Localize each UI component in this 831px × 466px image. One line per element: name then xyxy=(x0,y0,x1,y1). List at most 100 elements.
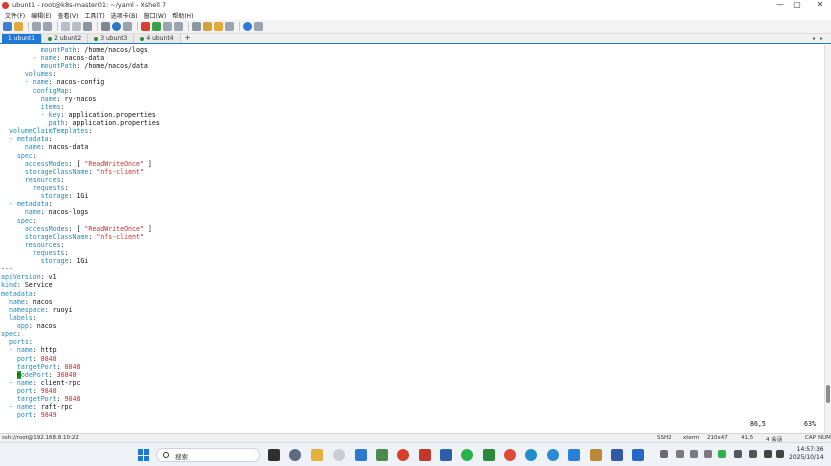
vscode-icon[interactable] xyxy=(355,449,367,461)
tab-ubunt1[interactable]: 1 ubunt1 xyxy=(2,34,43,43)
terminal-line: storageClassName: "nfs-client" xyxy=(1,168,144,176)
edge-icon[interactable] xyxy=(525,449,537,461)
menu-tools[interactable]: 工具(T) xyxy=(84,11,104,20)
ime-icon[interactable] xyxy=(749,450,757,458)
terminal-text: : ry-nacos xyxy=(56,94,97,103)
taskbar-search[interactable]: 搜索 xyxy=(156,448,260,462)
terminal-line: requests: xyxy=(1,184,69,192)
word-icon[interactable] xyxy=(611,449,623,461)
terminal-text: : nacos xyxy=(28,322,57,331)
settings-gear-icon[interactable] xyxy=(289,449,301,461)
app-icon[interactable] xyxy=(547,449,559,461)
terminal-text: app xyxy=(16,322,29,331)
wechat-icon[interactable] xyxy=(461,449,473,461)
disconnect-icon[interactable] xyxy=(43,22,52,31)
terminal-line: kind: Service xyxy=(1,281,53,289)
tray-icon[interactable] xyxy=(690,450,698,458)
terminal-text: : application.properties xyxy=(64,119,160,128)
app-icon[interactable] xyxy=(419,449,431,461)
menu-edit[interactable]: 编辑(E) xyxy=(31,11,51,20)
help-icon[interactable] xyxy=(243,22,252,31)
tray-wechat-icon[interactable] xyxy=(718,450,726,458)
globe-icon[interactable] xyxy=(112,22,121,31)
new-session-icon[interactable] xyxy=(3,22,12,31)
xftp-icon[interactable] xyxy=(141,22,150,31)
tray-chevron-icon[interactable] xyxy=(660,450,668,458)
link-icon[interactable] xyxy=(32,22,41,31)
app-icon[interactable] xyxy=(333,449,345,461)
tray-icon[interactable] xyxy=(734,450,742,458)
terminal-text: : nacos-data xyxy=(56,54,105,63)
terminal-text: : xyxy=(32,387,41,396)
toolbar-divider xyxy=(137,22,138,31)
window-title: ubunt1 - root@k8s-master01: ~/yaml - Xsh… xyxy=(12,1,167,9)
toolbar-divider xyxy=(28,22,29,31)
keyboard-icon[interactable] xyxy=(192,22,201,31)
paste-icon[interactable] xyxy=(72,22,81,31)
terminal-text: - xyxy=(1,346,17,355)
tab-next-icon[interactable]: ▸ xyxy=(820,35,823,42)
script-icon[interactable] xyxy=(203,22,212,31)
terminal-output[interactable]: 86,5 63% mountPath: /home/nacos/logs - n… xyxy=(0,45,824,433)
menu-view[interactable]: 查看(V) xyxy=(58,11,79,20)
menu-tabs[interactable]: 选项卡(B) xyxy=(111,11,138,20)
menu-file[interactable]: 文件(F) xyxy=(5,11,25,20)
menu-window[interactable]: 窗口(W) xyxy=(144,11,167,20)
lock-icon[interactable] xyxy=(174,22,183,31)
menu-help[interactable]: 帮助(H) xyxy=(172,11,193,20)
tab-ubunt3[interactable]: 3 ubunt3 xyxy=(88,34,135,43)
transfer-icon[interactable] xyxy=(152,22,161,31)
add-tab-button[interactable]: + xyxy=(183,34,193,43)
terminal-line: configMap: xyxy=(1,87,73,95)
highlight-icon[interactable] xyxy=(214,22,223,31)
terminal-line: labels: xyxy=(1,314,37,322)
app-icon[interactable] xyxy=(632,449,644,461)
system-clock[interactable]: 14:57:36 2025/10/14 xyxy=(789,446,824,462)
task-view-icon[interactable] xyxy=(268,449,280,461)
app-icon[interactable] xyxy=(590,449,602,461)
app-icon[interactable] xyxy=(483,449,495,461)
terminal-line: storage: 1Gi xyxy=(1,257,89,265)
layout-icon[interactable] xyxy=(225,22,234,31)
maximize-button[interactable]: ▢ xyxy=(787,0,807,10)
terminal-text: : xyxy=(48,135,53,144)
chrome-icon[interactable] xyxy=(504,449,516,461)
terminal-line: mountPath: /home/nacos/logs xyxy=(1,46,148,54)
terminal-text: kind xyxy=(1,281,17,290)
toolbar-divider xyxy=(188,22,189,31)
search-label: 搜索 xyxy=(175,453,188,461)
terminal-text: : /home/nacos/data xyxy=(76,62,148,71)
scrollbar-thumb[interactable] xyxy=(826,385,830,403)
terminal-text: : http xyxy=(32,346,57,355)
windows-start-icon[interactable] xyxy=(138,449,150,461)
open-folder-icon[interactable] xyxy=(14,22,23,31)
tab-ubunt2[interactable]: 2 ubunt2 xyxy=(42,34,89,43)
properties-icon[interactable] xyxy=(101,22,110,31)
terminal-text: apiVersion xyxy=(1,273,41,282)
tray-icon[interactable] xyxy=(704,450,712,458)
terminal-text: : xyxy=(88,127,93,136)
file-explorer-icon[interactable] xyxy=(311,449,323,461)
font-icon[interactable] xyxy=(123,22,132,31)
app-icon[interactable] xyxy=(376,449,388,461)
xshell-taskbar-icon[interactable] xyxy=(397,449,409,461)
fullscreen-icon[interactable] xyxy=(163,22,172,31)
options-icon[interactable] xyxy=(254,22,263,31)
vertical-scrollbar[interactable] xyxy=(824,45,831,433)
terminal-text: requests xyxy=(32,184,65,193)
find-icon[interactable] xyxy=(83,22,92,31)
app-icon[interactable] xyxy=(568,449,580,461)
tab-prev-icon[interactable]: ◂ xyxy=(812,35,815,42)
terminal-text: name xyxy=(24,208,41,217)
volume-icon[interactable] xyxy=(776,450,784,458)
wifi-icon[interactable] xyxy=(764,450,772,458)
tray-icon[interactable] xyxy=(676,450,684,458)
copy-icon[interactable] xyxy=(61,22,70,31)
close-button[interactable]: ✕ xyxy=(810,0,830,10)
tab-ubunt4[interactable]: 4 ubunt4 xyxy=(134,34,181,43)
app-icon[interactable] xyxy=(440,449,452,461)
terminal-text: "ReadWriteOnce" xyxy=(84,224,144,233)
